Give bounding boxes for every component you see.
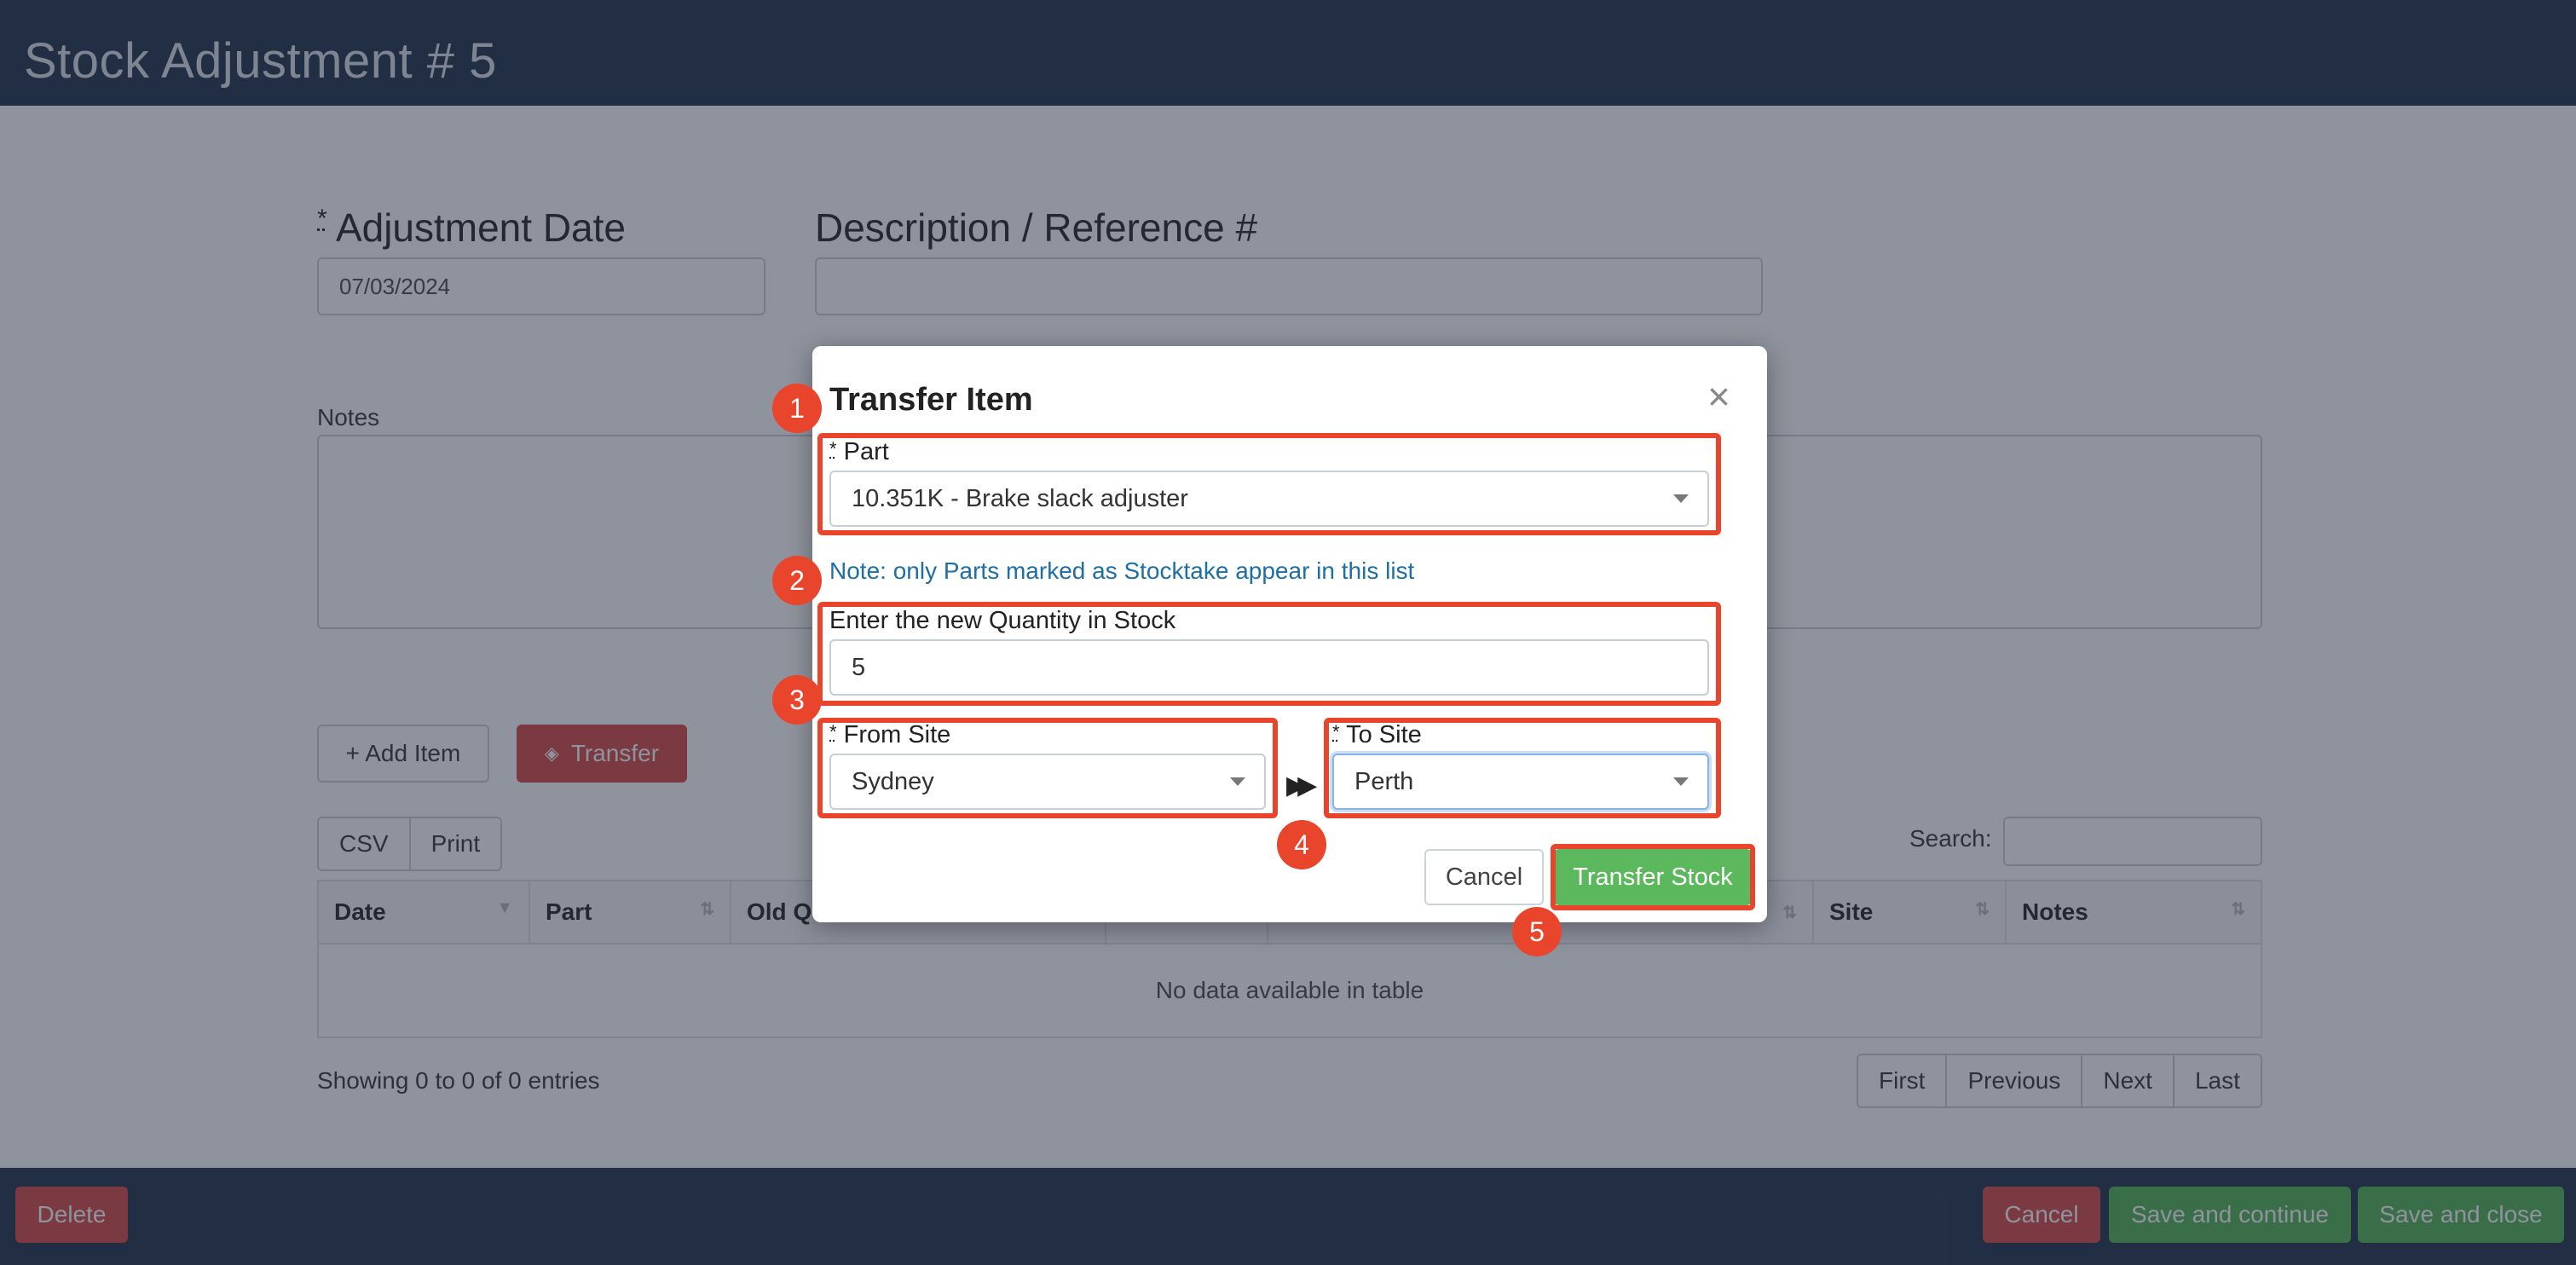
highlight-quantity: [817, 602, 1721, 706]
step-badge-1: 1: [772, 384, 822, 433]
transfer-arrow-icon: ▶▶: [1286, 771, 1317, 800]
close-icon[interactable]: ×: [1707, 377, 1730, 416]
step-badge-4: 4: [1277, 820, 1326, 869]
step-badge-5: 5: [1512, 907, 1562, 956]
highlight-transfer-stock: [1551, 844, 1755, 910]
highlight-to-site: [1324, 718, 1721, 818]
highlight-from-site: [817, 718, 1278, 818]
step-badge-2: 2: [772, 556, 822, 605]
modal-title: Transfer Item: [829, 382, 1033, 418]
modal-cancel-button[interactable]: Cancel: [1424, 849, 1544, 905]
stocktake-note: Note: only Parts marked as Stocktake app…: [829, 557, 1415, 584]
highlight-part: [817, 433, 1721, 535]
step-badge-3: 3: [772, 675, 822, 725]
